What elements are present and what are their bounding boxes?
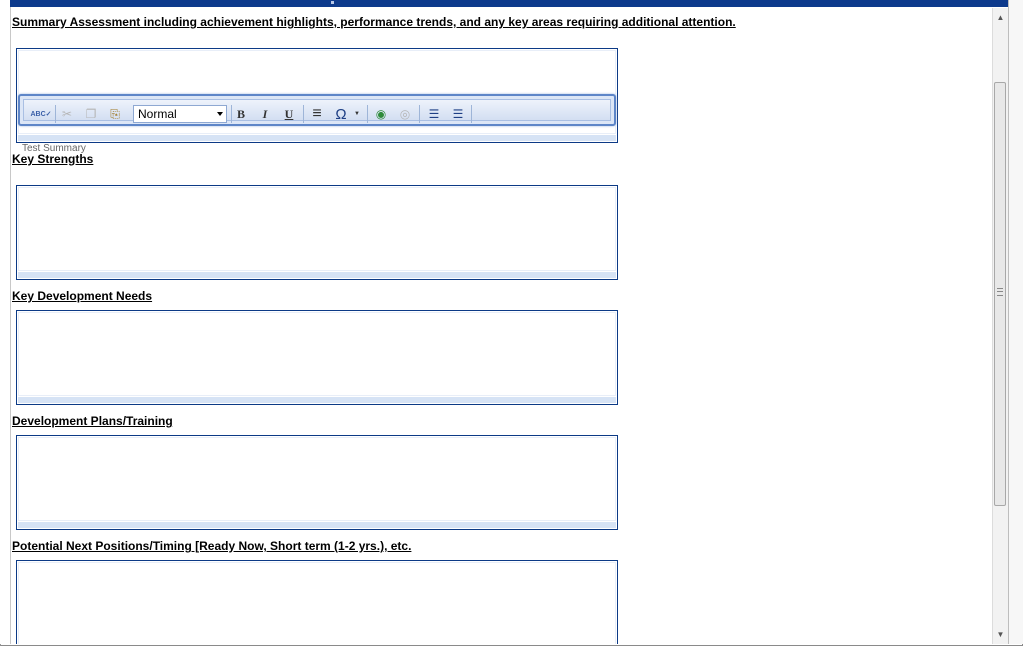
editor-footer <box>18 522 616 528</box>
toolbar-separator <box>303 105 304 123</box>
editor-content-area[interactable] <box>18 437 616 521</box>
form-content: Summary Assessment including achievement… <box>11 8 991 644</box>
align-icon[interactable]: ≡ <box>307 105 327 123</box>
toolbar-separator <box>419 105 420 123</box>
toolbar-body: ABC✓ ✂ ❐ ⎘ Normal B I U ≡ Ω ▼ ◉ ◎ ☰ ☰ <box>23 99 611 123</box>
grip-icon <box>997 288 1003 296</box>
summary-assessment-label: Summary Assessment including achievement… <box>12 15 736 29</box>
vertical-scrollbar[interactable]: ▲ ▼ <box>992 8 1008 644</box>
rich-text-toolbar: ABC✓ ✂ ❐ ⎘ Normal B I U ≡ Ω ▼ ◉ ◎ ☰ ☰ <box>18 94 616 126</box>
chevron-down-icon[interactable]: ▼ <box>347 105 367 123</box>
key-strengths-label: Key Strengths <box>12 152 94 166</box>
right-edge-panel <box>1008 0 1023 644</box>
paste-icon[interactable]: ⎘ <box>105 105 125 123</box>
editor-footer <box>18 272 616 278</box>
editor-footer <box>18 135 616 141</box>
left-edge <box>0 0 11 644</box>
resize-grip-icon[interactable] <box>331 1 334 4</box>
development-plans-editor[interactable] <box>16 435 618 530</box>
italic-icon[interactable]: I <box>255 105 275 123</box>
key-development-needs-editor[interactable] <box>16 310 618 405</box>
editor-content-area[interactable] <box>18 312 616 396</box>
toolbar-separator <box>471 105 472 123</box>
paragraph-format-select[interactable]: Normal <box>133 105 227 123</box>
chevron-down-icon <box>217 112 223 116</box>
scroll-up-icon[interactable]: ▲ <box>993 10 1008 25</box>
scroll-down-icon[interactable]: ▼ <box>993 627 1008 642</box>
numbered-list-icon[interactable]: ☰ <box>424 105 444 123</box>
cut-icon[interactable]: ✂ <box>57 105 77 123</box>
bold-icon[interactable]: B <box>231 105 251 123</box>
scrollbar-thumb[interactable] <box>994 82 1006 506</box>
copy-icon[interactable]: ❐ <box>81 105 101 123</box>
potential-next-positions-editor[interactable] <box>16 560 618 644</box>
key-strengths-editor[interactable] <box>16 185 618 280</box>
bullet-list-icon[interactable]: ☰ <box>448 105 468 123</box>
editor-content-area[interactable] <box>18 562 616 644</box>
link-icon[interactable]: ◉ <box>371 105 391 123</box>
spellcheck-icon[interactable]: ABC✓ <box>30 105 51 123</box>
unlink-icon[interactable]: ◎ <box>395 105 415 123</box>
top-title-strip <box>10 0 1008 7</box>
underline-icon[interactable]: U <box>279 105 299 123</box>
editor-footer <box>18 397 616 403</box>
editor-content-area[interactable] <box>18 187 616 271</box>
key-development-needs-label: Key Development Needs <box>12 289 153 303</box>
development-plans-label: Development Plans/Training <box>12 414 173 428</box>
toolbar-separator <box>55 105 56 123</box>
toolbar-separator <box>367 105 368 123</box>
format-select-value: Normal <box>138 107 177 121</box>
potential-next-positions-label: Potential Next Positions/Timing [Ready N… <box>12 539 412 553</box>
